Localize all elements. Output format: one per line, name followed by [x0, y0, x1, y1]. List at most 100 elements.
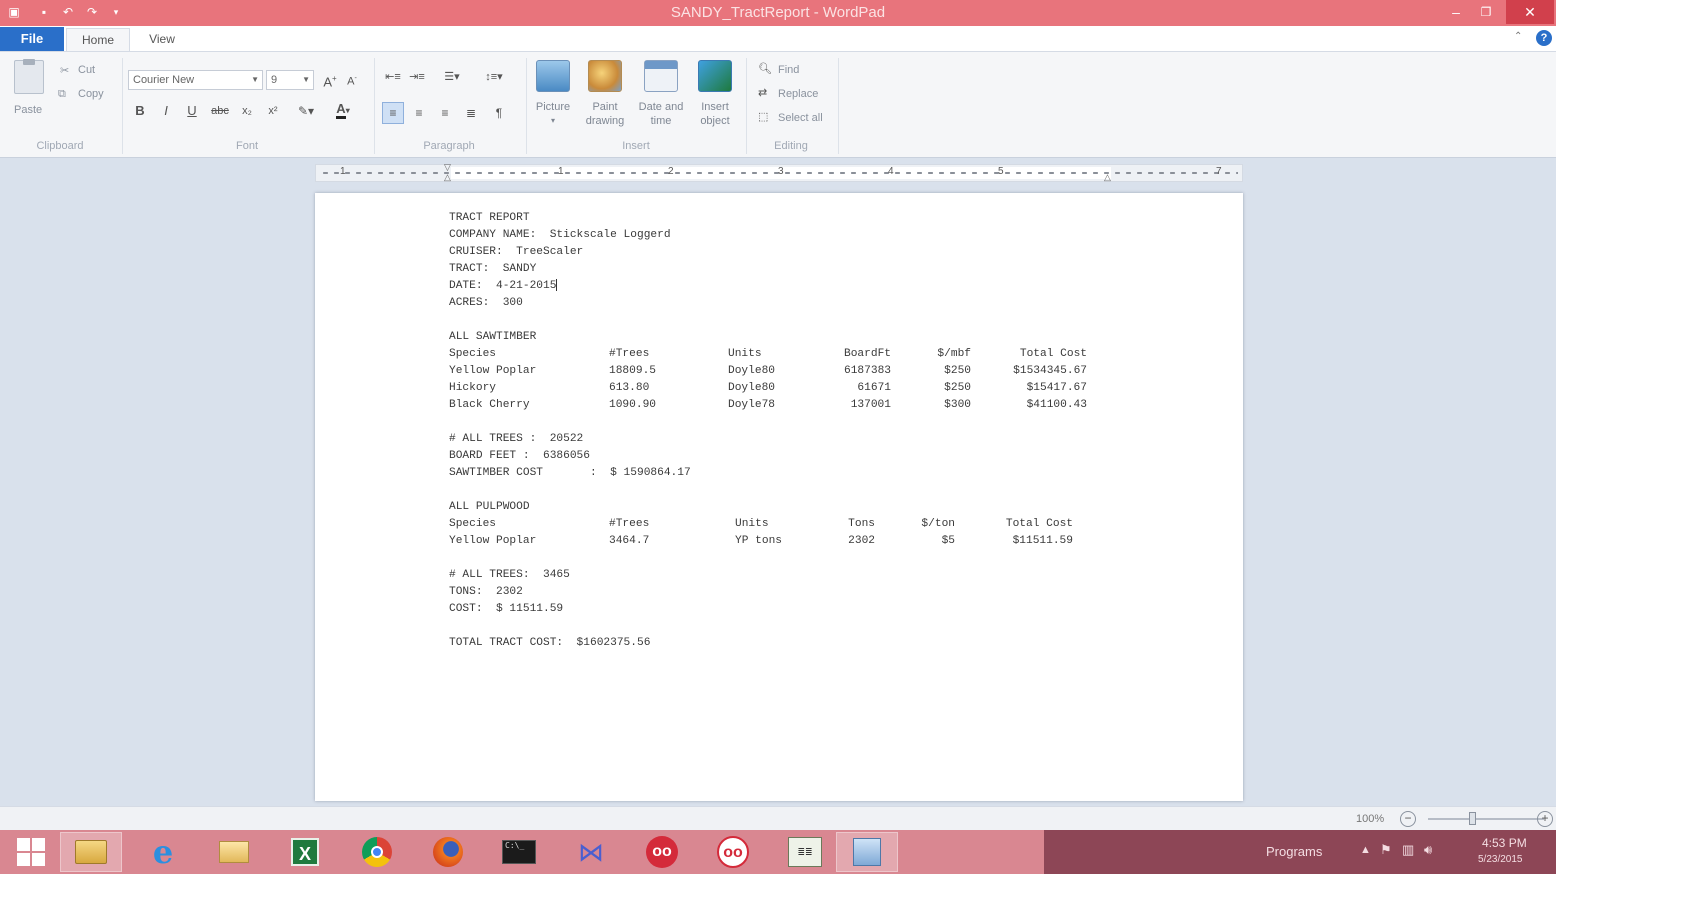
window-title: SANDY_TractReport - WordPad: [670, 4, 886, 21]
date-line: DATE: 4-21-2015: [449, 279, 558, 293]
windows-start-icon[interactable]: [0, 832, 62, 872]
taskbar: e X C:\_ ⋈ oo oo ≣≣ Programs ▲ ⚑ ▥ 🔊︎ 4:…: [0, 830, 1556, 874]
insert-object-icon[interactable]: [698, 60, 732, 92]
right-indent-marker-icon[interactable]: △: [1104, 172, 1111, 183]
title-bar: ▣ ▪ ↶ ↷ ▾ SANDY_TractReport - WordPad – …: [0, 0, 1556, 26]
minimize-button[interactable]: –: [1442, 0, 1470, 24]
file-tab[interactable]: File: [0, 27, 64, 51]
copy-button[interactable]: Copy: [78, 88, 104, 100]
left-indent-marker-icon[interactable]: △: [444, 172, 451, 183]
picture-button[interactable]: Picture: [528, 100, 578, 114]
media-player-icon[interactable]: oo: [631, 832, 693, 872]
decrease-indent-icon[interactable]: ⇤≡: [384, 68, 402, 86]
find-icon[interactable]: 🔍︎: [758, 62, 772, 75]
paste-button[interactable]: Paste: [14, 104, 42, 116]
insert-object-button[interactable]: Insert object: [690, 100, 740, 128]
paint-drawing-label: Paint: [592, 101, 618, 113]
date-time-label: Date and: [638, 101, 684, 113]
wordpad-icon[interactable]: [836, 832, 898, 872]
picture-dropdown-icon[interactable]: ▾: [528, 114, 578, 128]
font-size-select[interactable]: 9 ▼: [266, 70, 314, 90]
ruler-label: 3: [778, 166, 784, 177]
subscript-icon[interactable]: x₂: [238, 102, 256, 120]
text-color-icon[interactable]: A▾: [330, 100, 356, 120]
superscript-icon[interactable]: x²: [264, 102, 282, 120]
zoom-out-button[interactable]: −: [1400, 811, 1416, 827]
bold-icon[interactable]: B: [132, 102, 148, 120]
select-all-icon[interactable]: ⬚: [758, 110, 768, 123]
network-status-icon[interactable]: ▥: [1402, 842, 1414, 858]
terminal-icon[interactable]: C:\_: [488, 832, 550, 872]
zoom-slider-thumb[interactable]: [1468, 812, 1476, 825]
table-cell: YP tons: [735, 535, 782, 547]
clock-time[interactable]: 4:53 PM: [1482, 836, 1527, 850]
italic-icon[interactable]: I: [158, 102, 174, 120]
cut-button[interactable]: Cut: [78, 64, 95, 76]
cut-icon[interactable]: ✂: [60, 64, 69, 77]
picture-icon[interactable]: [536, 60, 570, 92]
paint-drawing-icon[interactable]: [588, 60, 622, 92]
notepad-app-icon[interactable]: ≣≣: [774, 832, 836, 872]
table-cell: 18809.5: [609, 365, 656, 377]
pulpwood-col-trees: #Trees: [609, 518, 650, 530]
tab-view[interactable]: View: [134, 28, 190, 51]
line-spacing-icon[interactable]: ↕≡▾: [480, 68, 508, 86]
shrink-font-icon[interactable]: A-: [344, 70, 360, 91]
paragraph-settings-icon[interactable]: ¶: [490, 104, 508, 122]
network-icon[interactable]: ⋈: [560, 832, 622, 872]
highlight-color-icon[interactable]: ✎▾: [294, 102, 318, 120]
internet-explorer-icon[interactable]: e: [132, 832, 194, 872]
zoom-slider[interactable]: [1428, 818, 1544, 820]
font-family-value: Courier New: [133, 74, 195, 86]
excel-icon[interactable]: X: [274, 832, 336, 872]
help-icon[interactable]: ?: [1536, 30, 1552, 46]
pulpwood-title: ALL PULPWOOD: [449, 501, 530, 513]
tab-home[interactable]: Home: [66, 28, 130, 51]
align-center-icon[interactable]: ≡: [410, 104, 428, 122]
file-explorer-icon[interactable]: [60, 832, 122, 872]
replace-button[interactable]: Replace: [778, 88, 818, 100]
date-time-icon[interactable]: [644, 60, 678, 92]
volume-icon[interactable]: 🔊︎: [1424, 842, 1432, 858]
sawtimber-col-species: Species: [449, 348, 496, 360]
pulpwood-cost: COST: $ 11511.59: [449, 603, 564, 615]
select-all-button[interactable]: Select all: [778, 112, 823, 124]
justify-icon[interactable]: ≣: [462, 104, 480, 122]
editing-group-label: Editing: [774, 140, 808, 152]
sawtimber-col-units: Units: [728, 348, 762, 360]
copy-icon[interactable]: ⧉: [58, 88, 66, 101]
table-cell: $5: [941, 535, 955, 547]
paint-drawing-button[interactable]: Paint drawing: [580, 100, 630, 128]
maximize-button[interactable]: ❐: [1472, 0, 1500, 24]
align-right-icon[interactable]: ≡: [436, 104, 454, 122]
bullets-icon[interactable]: ☰▾: [438, 68, 466, 86]
increase-indent-icon[interactable]: ⇥≡: [408, 68, 426, 86]
font-family-select[interactable]: Courier New ▼: [128, 70, 263, 90]
paste-icon[interactable]: [14, 59, 44, 94]
ruler-label: 5: [998, 166, 1004, 177]
minimize-ribbon-icon[interactable]: ⌃: [1514, 31, 1522, 42]
document-page[interactable]: TRACT REPORT COMPANY NAME: Stickscale Lo…: [315, 193, 1243, 801]
zoom-in-button[interactable]: +: [1537, 811, 1553, 827]
folder-icon[interactable]: [203, 832, 265, 872]
close-button[interactable]: ✕: [1506, 0, 1554, 24]
replace-icon[interactable]: ⇄: [758, 86, 767, 99]
clock-date[interactable]: 5/23/2015: [1478, 854, 1523, 865]
show-hidden-icons-icon[interactable]: ▲: [1360, 844, 1371, 856]
action-center-flag-icon[interactable]: ⚑: [1380, 842, 1392, 858]
table-cell: 613.80: [609, 382, 650, 394]
underline-icon[interactable]: U: [184, 102, 200, 120]
pulpwood-total-trees: # ALL TREES: 3465: [449, 569, 570, 581]
pulpwood-col-price: $/ton: [921, 518, 955, 530]
media-player-2-icon[interactable]: oo: [702, 832, 764, 872]
date-time-button[interactable]: Date and time: [630, 100, 692, 128]
ruler-label: 4: [888, 166, 894, 177]
chrome-icon[interactable]: [346, 832, 408, 872]
programs-toolbar-label[interactable]: Programs: [1266, 844, 1322, 859]
firefox-icon[interactable]: [417, 832, 479, 872]
grow-font-icon[interactable]: A+: [322, 70, 338, 91]
ruler[interactable]: 1 1 2 3 4 5 7 ▽ △ △: [315, 162, 1243, 183]
find-button[interactable]: Find: [778, 64, 799, 76]
align-left-icon[interactable]: ≡: [382, 102, 404, 124]
strikethrough-icon[interactable]: abc: [210, 102, 230, 120]
